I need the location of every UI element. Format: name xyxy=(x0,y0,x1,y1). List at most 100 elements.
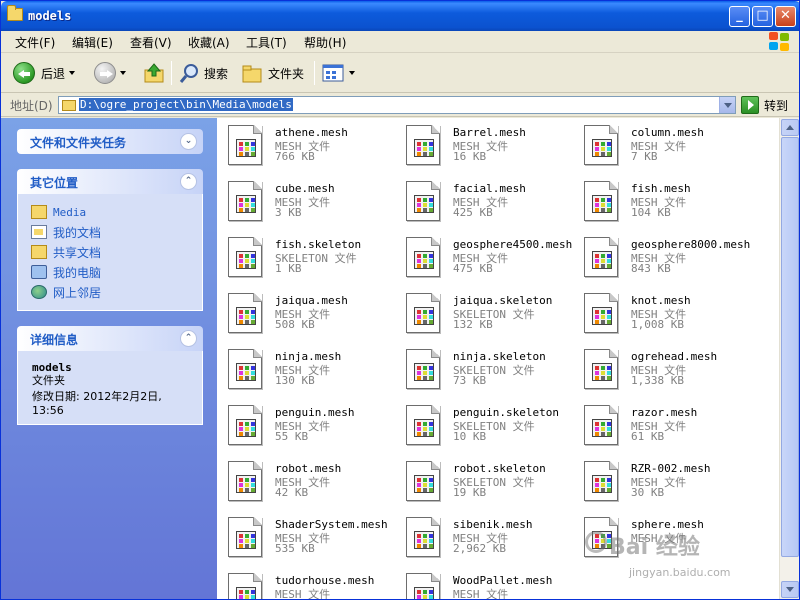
search-button[interactable]: 搜索 xyxy=(178,60,228,86)
details-header[interactable]: 详细信息 ⌃ xyxy=(17,326,203,351)
file-item[interactable]: fish.skeleton SKELETON 文件 1 KB xyxy=(220,232,398,286)
other-places-header[interactable]: 其它位置 ⌃ xyxy=(17,169,203,194)
file-item[interactable]: ShaderSystem.mesh MESH 文件 535 KB xyxy=(220,512,398,566)
file-item[interactable]: jaiqua.skeleton SKELETON 文件 132 KB xyxy=(398,288,576,342)
file-item[interactable]: tudorhouse.mesh MESH 文件 xyxy=(220,568,398,599)
other-places-list: Media 我的文档 共享文档 我的电脑 网上邻居 xyxy=(17,194,203,311)
file-type: MESH 文件 xyxy=(453,588,509,599)
file-icon xyxy=(406,349,440,389)
file-list[interactable]: athene.mesh MESH 文件 766 KB Barrel.mesh MESH … xyxy=(217,118,779,599)
place-my-computer[interactable]: 我的电脑 xyxy=(31,262,192,282)
file-size: 535 KB xyxy=(275,542,315,555)
file-icon xyxy=(584,349,618,389)
folders-button[interactable]: 文件夹 xyxy=(241,60,304,86)
file-size: 61 KB xyxy=(631,430,665,443)
file-item[interactable]: ninja.mesh MESH 文件 130 KB xyxy=(220,344,398,398)
menu-view[interactable]: 查看(V) xyxy=(130,34,172,51)
maximize-button[interactable]: □ xyxy=(752,6,773,27)
file-item[interactable]: penguin.skeleton SKELETON 文件 10 KB xyxy=(398,400,576,454)
details-body: models 文件夹 修改日期: 2012年2月2日, 13:56 xyxy=(17,351,203,425)
chevron-down-icon xyxy=(120,71,126,75)
file-item[interactable]: WoodPallet.mesh MESH 文件 xyxy=(398,568,576,599)
menu-file[interactable]: 文件(F) xyxy=(15,34,55,51)
file-item[interactable]: fish.mesh MESH 文件 104 KB xyxy=(576,176,754,230)
details-modified-time: 13:56 xyxy=(32,404,64,417)
address-label: 地址(D) xyxy=(10,99,53,113)
back-button[interactable]: 后退 xyxy=(13,60,76,86)
file-tasks-header[interactable]: 文件和文件夹任务 ⌄ xyxy=(17,129,203,154)
views-button[interactable] xyxy=(321,60,355,86)
toolbar: 后退 搜索 文件夹 xyxy=(1,53,799,93)
file-item[interactable]: robot.mesh MESH 文件 42 KB xyxy=(220,456,398,510)
file-item[interactable]: RZR-002.mesh MESH 文件 30 KB xyxy=(576,456,754,510)
place-my-documents[interactable]: 我的文档 xyxy=(31,222,192,242)
network-icon xyxy=(31,285,47,299)
scroll-thumb[interactable] xyxy=(781,137,799,557)
go-button[interactable]: 转到 xyxy=(741,96,788,114)
file-item[interactable]: robot.skeleton SKELETON 文件 19 KB xyxy=(398,456,576,510)
file-item[interactable]: Barrel.mesh MESH 文件 16 KB xyxy=(398,120,576,174)
file-icon xyxy=(228,349,262,389)
address-dropdown-button[interactable] xyxy=(719,97,735,113)
file-item[interactable]: ogrehead.mesh MESH 文件 1,338 KB xyxy=(576,344,754,398)
views-icon xyxy=(322,64,344,82)
file-type: MESH 文件 xyxy=(275,588,331,599)
file-size: 42 KB xyxy=(275,486,309,499)
place-label: Media xyxy=(53,205,87,219)
folders-label: 文件夹 xyxy=(268,66,305,81)
place-media[interactable]: Media xyxy=(31,202,192,222)
up-folder-button[interactable] xyxy=(143,60,165,86)
file-item[interactable]: knot.mesh MESH 文件 1,008 KB xyxy=(576,288,754,342)
file-item[interactable]: ninja.skeleton SKELETON 文件 73 KB xyxy=(398,344,576,398)
folder-icon xyxy=(62,100,76,111)
file-icon xyxy=(406,405,440,445)
file-size: 73 KB xyxy=(453,374,487,387)
folder-icon xyxy=(7,5,23,21)
folder-icon xyxy=(31,205,47,219)
file-item[interactable]: geosphere8000.mesh MESH 文件 843 KB xyxy=(576,232,754,286)
menu-tools[interactable]: 工具(T) xyxy=(246,34,287,51)
file-size: 1 KB xyxy=(275,262,302,275)
menu-edit[interactable]: 编辑(E) xyxy=(72,34,113,51)
file-size: 1,338 KB xyxy=(631,374,684,387)
file-item[interactable]: sibenik.mesh MESH 文件 2,962 KB xyxy=(398,512,576,566)
details-name: models xyxy=(32,361,72,374)
file-item[interactable]: geosphere4500.mesh MESH 文件 475 KB xyxy=(398,232,576,286)
scroll-down-button[interactable] xyxy=(781,581,799,598)
chevron-down-icon xyxy=(69,71,76,75)
file-size: 132 KB xyxy=(453,318,493,331)
expand-icon[interactable]: ⌄ xyxy=(180,133,197,150)
address-bar: 地址(D) D:\ogre_project\bin\Media\models 转… xyxy=(1,93,799,117)
minimize-button[interactable]: _ xyxy=(729,6,750,27)
search-icon xyxy=(179,64,198,83)
file-item[interactable]: penguin.mesh MESH 文件 55 KB xyxy=(220,400,398,454)
file-icon xyxy=(584,293,618,333)
file-item[interactable]: facial.mesh MESH 文件 425 KB xyxy=(398,176,576,230)
close-button[interactable]: ✕ xyxy=(775,6,796,27)
place-label: 共享文档 xyxy=(53,245,102,260)
file-item[interactable]: jaiqua.mesh MESH 文件 508 KB xyxy=(220,288,398,342)
file-size: 30 KB xyxy=(631,486,665,499)
vertical-scrollbar[interactable] xyxy=(779,118,799,599)
address-value[interactable]: D:\ogre_project\bin\Media\models xyxy=(79,98,293,111)
file-item[interactable]: razor.mesh MESH 文件 61 KB xyxy=(576,400,754,454)
forward-button[interactable] xyxy=(94,60,126,86)
file-item[interactable]: athene.mesh MESH 文件 766 KB xyxy=(220,120,398,174)
back-arrow-icon xyxy=(13,62,35,84)
place-network[interactable]: 网上邻居 xyxy=(31,282,192,302)
file-item[interactable]: cube.mesh MESH 文件 3 KB xyxy=(220,176,398,230)
scroll-up-button[interactable] xyxy=(781,119,799,136)
file-icon xyxy=(228,293,262,333)
go-arrow-icon xyxy=(741,96,759,114)
watermark-url: jingyan.baidu.com xyxy=(629,566,731,579)
collapse-icon[interactable]: ⌃ xyxy=(180,330,197,347)
place-label: 网上邻居 xyxy=(53,285,102,300)
place-shared-documents[interactable]: 共享文档 xyxy=(31,242,192,262)
file-item[interactable]: column.mesh MESH 文件 7 KB xyxy=(576,120,754,174)
file-size: 104 KB xyxy=(631,206,671,219)
title-bar[interactable]: models _ □ ✕ xyxy=(1,1,799,31)
menu-favorites[interactable]: 收藏(A) xyxy=(188,34,230,51)
address-input[interactable]: D:\ogre_project\bin\Media\models xyxy=(58,96,736,114)
collapse-icon[interactable]: ⌃ xyxy=(180,173,197,190)
menu-help[interactable]: 帮助(H) xyxy=(304,34,346,51)
